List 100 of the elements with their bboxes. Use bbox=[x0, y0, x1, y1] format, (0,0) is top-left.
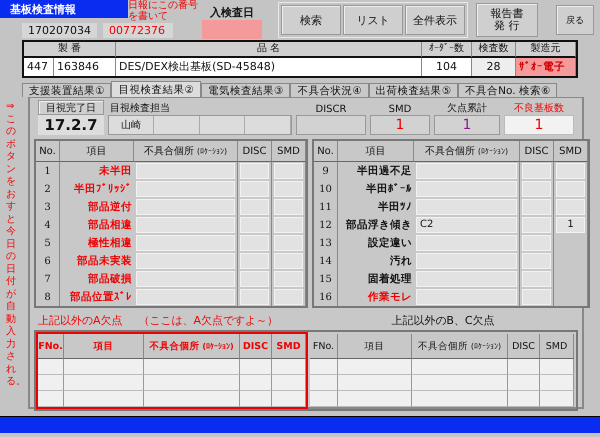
table-cell[interactable] bbox=[310, 375, 338, 391]
disc-field[interactable] bbox=[522, 271, 551, 287]
smd-field[interactable] bbox=[274, 199, 303, 215]
completion-date-button[interactable]: 目視完了日 bbox=[38, 100, 104, 115]
table-cell[interactable] bbox=[144, 375, 240, 391]
disc-field[interactable] bbox=[522, 289, 551, 305]
column-header: No. bbox=[36, 141, 60, 162]
location-field[interactable]: C2 bbox=[416, 217, 517, 233]
disc-field[interactable] bbox=[240, 235, 269, 251]
table-cell[interactable] bbox=[508, 375, 540, 391]
disc-field[interactable] bbox=[522, 181, 551, 197]
table-cell[interactable] bbox=[272, 375, 306, 391]
location-field[interactable] bbox=[416, 199, 517, 215]
table-cell[interactable] bbox=[412, 391, 508, 407]
table-cell[interactable] bbox=[540, 391, 574, 407]
toolbar-button[interactable]: 検索 bbox=[281, 5, 341, 35]
location-field[interactable] bbox=[416, 181, 517, 197]
location-field[interactable] bbox=[136, 181, 235, 197]
table-cell[interactable] bbox=[144, 359, 240, 375]
smd-field[interactable] bbox=[556, 181, 585, 197]
table-cell[interactable] bbox=[38, 359, 64, 375]
location-field[interactable] bbox=[136, 163, 235, 179]
table-cell[interactable] bbox=[540, 375, 574, 391]
table-cell[interactable] bbox=[508, 391, 540, 407]
table-cell[interactable] bbox=[38, 375, 64, 391]
tab[interactable]: 不具合状況④ bbox=[290, 83, 369, 97]
inspector-label: 目視検査担当 bbox=[109, 102, 171, 115]
smd-field[interactable] bbox=[274, 163, 303, 179]
location-field[interactable] bbox=[136, 271, 235, 287]
smd-field[interactable] bbox=[274, 181, 303, 197]
location-field[interactable] bbox=[136, 289, 235, 305]
column-header: ｵｰﾀﾞｰ数 bbox=[422, 42, 472, 58]
location-field[interactable] bbox=[416, 163, 517, 179]
row-number: 10 bbox=[314, 180, 338, 198]
location-field[interactable] bbox=[136, 217, 235, 233]
table-cell[interactable] bbox=[310, 391, 338, 407]
table-cell[interactable] bbox=[240, 391, 272, 407]
disc-field[interactable] bbox=[240, 199, 269, 215]
tab[interactable]: 目視検査結果② bbox=[111, 81, 201, 97]
column-header: 検査数 bbox=[472, 42, 516, 58]
disc-field[interactable] bbox=[240, 181, 269, 197]
table-cell[interactable] bbox=[338, 375, 412, 391]
table-cell[interactable] bbox=[64, 391, 144, 407]
table-cell[interactable] bbox=[272, 359, 306, 375]
smd-field[interactable] bbox=[274, 235, 303, 251]
table-cell[interactable] bbox=[240, 375, 272, 391]
location-field[interactable] bbox=[416, 271, 517, 287]
defect-item-label: 極性相違 bbox=[88, 236, 132, 250]
smd-field[interactable] bbox=[274, 271, 303, 287]
tab[interactable]: 出荷検査結果⑤ bbox=[368, 83, 458, 97]
smd-field[interactable] bbox=[556, 199, 585, 215]
location-field[interactable] bbox=[136, 235, 235, 251]
entry-date-field[interactable] bbox=[202, 20, 262, 39]
smd-field[interactable]: 1 bbox=[556, 217, 585, 233]
table-cell[interactable] bbox=[338, 391, 412, 407]
toolbar-button[interactable]: 全件表示 bbox=[405, 5, 465, 35]
column-header: 製 番 bbox=[24, 42, 116, 58]
location-field[interactable] bbox=[136, 253, 235, 269]
table-cell[interactable] bbox=[412, 359, 508, 375]
tab[interactable]: 支援装置結果① bbox=[22, 83, 112, 97]
disc-field[interactable] bbox=[522, 253, 551, 269]
table-cell[interactable] bbox=[64, 359, 144, 375]
disc-field[interactable] bbox=[522, 235, 551, 251]
disc-field[interactable] bbox=[240, 163, 269, 179]
disc-field[interactable] bbox=[240, 289, 269, 305]
disc-field[interactable] bbox=[240, 217, 269, 233]
table-cell[interactable] bbox=[64, 375, 144, 391]
table-cell: 28 bbox=[472, 58, 516, 76]
location-field[interactable] bbox=[416, 235, 517, 251]
report-number: 00772376 bbox=[103, 22, 173, 38]
row-number: 6 bbox=[36, 252, 60, 270]
table-cell[interactable] bbox=[338, 359, 412, 375]
disc-field[interactable] bbox=[240, 271, 269, 287]
back-button[interactable]: 戻る bbox=[556, 5, 594, 35]
disc-field[interactable] bbox=[240, 253, 269, 269]
row-number: 3 bbox=[36, 198, 60, 216]
table-cell[interactable] bbox=[508, 359, 540, 375]
tab[interactable]: 電気検査結果③ bbox=[200, 83, 290, 97]
table-cell[interactable] bbox=[310, 359, 338, 375]
table-cell[interactable] bbox=[540, 359, 574, 375]
location-field[interactable] bbox=[416, 289, 517, 305]
smd-field[interactable] bbox=[274, 289, 303, 305]
report-button[interactable]: 報告書発 行 bbox=[476, 3, 538, 37]
toolbar-button[interactable]: リスト bbox=[343, 5, 403, 35]
disc-field[interactable] bbox=[522, 199, 551, 215]
disc-field[interactable] bbox=[522, 163, 551, 179]
table-cell[interactable] bbox=[38, 391, 64, 407]
table-cell[interactable] bbox=[412, 375, 508, 391]
location-field[interactable] bbox=[136, 199, 235, 215]
tab[interactable]: 不具合No. 検索⑥ bbox=[458, 83, 558, 97]
table-cell[interactable] bbox=[272, 391, 306, 407]
smd-field[interactable] bbox=[274, 217, 303, 233]
disc-field[interactable] bbox=[522, 217, 551, 233]
row-number: 11 bbox=[314, 198, 338, 216]
table-cell: DES/DEX検出基板(SD-45848) bbox=[116, 58, 422, 76]
location-field[interactable] bbox=[416, 253, 517, 269]
table-cell[interactable] bbox=[144, 391, 240, 407]
table-cell[interactable] bbox=[240, 359, 272, 375]
smd-field[interactable] bbox=[274, 253, 303, 269]
smd-field[interactable] bbox=[556, 163, 585, 179]
